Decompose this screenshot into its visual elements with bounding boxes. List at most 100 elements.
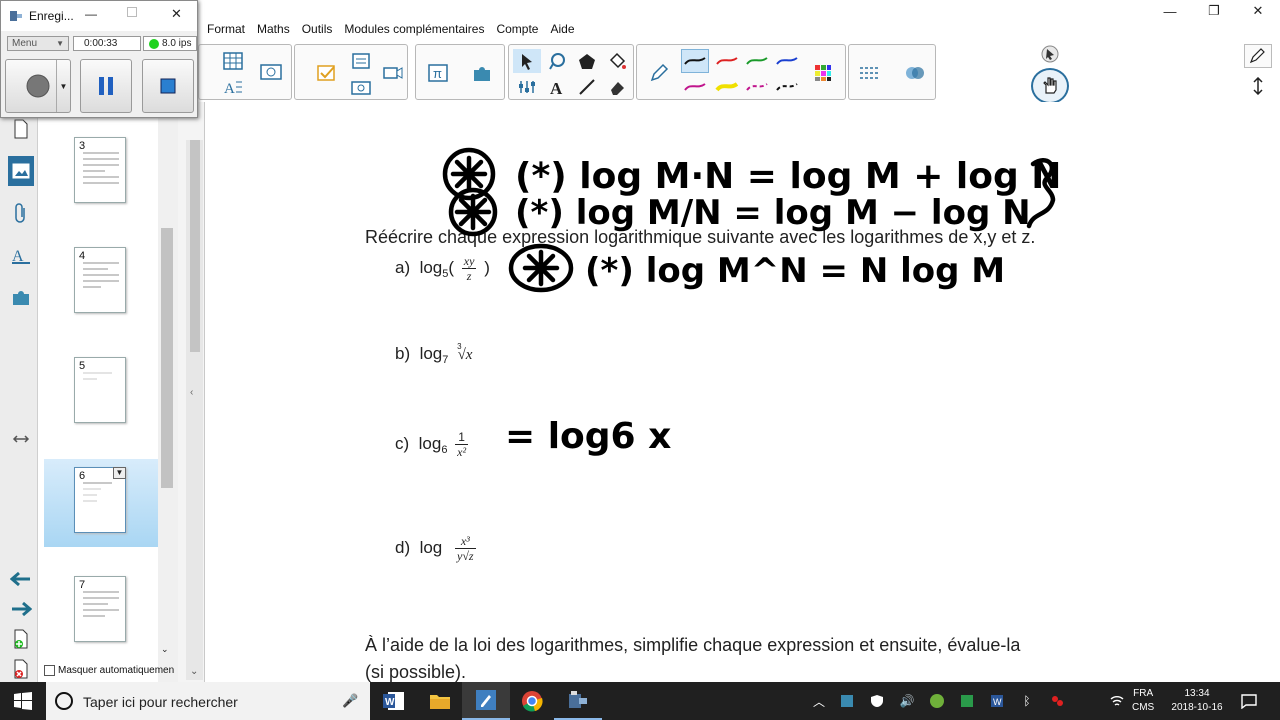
pen-black-icon[interactable] xyxy=(681,49,709,73)
screen-capture-icon[interactable] xyxy=(257,61,285,85)
gallery-tab-icon[interactable] xyxy=(8,156,34,186)
pen-red-icon[interactable] xyxy=(713,49,741,73)
properties-tab-icon[interactable]: A xyxy=(8,240,34,270)
tray-app-icon[interactable] xyxy=(838,692,856,710)
menu-aide[interactable]: Aide xyxy=(550,22,574,36)
toolbar-move-icon[interactable] xyxy=(1244,74,1272,98)
panel-splitter[interactable]: ‹ xyxy=(186,140,203,680)
menu-outils[interactable]: Outils xyxy=(302,22,333,36)
record-button[interactable]: ▼ xyxy=(5,59,71,113)
pen-magenta-icon[interactable] xyxy=(681,75,709,99)
start-button[interactable] xyxy=(0,682,46,720)
record-options-chevron-icon[interactable]: ▼ xyxy=(56,60,70,112)
addons-puzzle-icon[interactable] xyxy=(468,61,496,85)
tray-green-icon[interactable] xyxy=(958,692,976,710)
recorder-menu-dropdown[interactable]: Menu ▼ xyxy=(7,36,69,51)
word-app-icon[interactable]: W xyxy=(370,682,418,720)
system-clock[interactable]: 13:34 2018-10-16 xyxy=(1168,687,1226,715)
pen-icon[interactable] xyxy=(645,61,673,85)
wifi-icon[interactable] xyxy=(1108,692,1126,710)
line-style-icon[interactable] xyxy=(855,61,883,85)
cursor-settings-icon[interactable] xyxy=(1036,42,1064,66)
action-center-icon[interactable] xyxy=(1240,692,1258,710)
pen-dashed-black-icon[interactable] xyxy=(773,75,801,99)
chrome-app-icon[interactable] xyxy=(508,682,556,720)
scrollbar-thumb[interactable] xyxy=(161,228,173,488)
restore-button[interactable]: ❐ xyxy=(1192,0,1236,22)
menu-modules[interactable]: Modules complémentaires xyxy=(344,22,484,36)
page-thumbnail-selected[interactable]: 6 ▼ xyxy=(74,467,126,533)
pen-green-icon[interactable] xyxy=(743,49,771,73)
fill-bucket-icon[interactable] xyxy=(603,49,631,73)
pen-dashed-magenta-icon[interactable] xyxy=(743,75,771,99)
delete-page-icon[interactable] xyxy=(8,654,34,684)
menu-format[interactable]: Format xyxy=(207,22,245,36)
eraser-icon[interactable] xyxy=(603,75,631,99)
taskbar-search[interactable]: Taper ici pour rechercher 🎤 xyxy=(46,682,370,720)
rule-2-text: (*) log M/N = log M − log N xyxy=(515,193,1031,233)
network-alert-icon[interactable] xyxy=(1048,692,1066,710)
minimize-button[interactable]: — xyxy=(1148,0,1192,22)
page-sorter-tab-icon[interactable] xyxy=(8,114,34,144)
svg-text:W: W xyxy=(993,697,1002,707)
recorder-minimize-button[interactable]: — xyxy=(85,7,97,21)
checklist-icon[interactable] xyxy=(313,61,341,85)
pause-button[interactable] xyxy=(80,59,132,113)
page-thumbnail[interactable]: 7 xyxy=(74,576,126,642)
table-icon[interactable] xyxy=(219,49,247,73)
security-shield-icon[interactable] xyxy=(868,692,886,710)
recorder-app-icon[interactable] xyxy=(554,682,602,720)
show-hidden-icons-chevron-icon[interactable]: ︿ xyxy=(810,692,828,710)
menu-compte[interactable]: Compte xyxy=(496,22,538,36)
text-tool-icon[interactable]: A xyxy=(543,75,571,99)
previous-page-icon[interactable] xyxy=(8,564,34,594)
pen-properties-icon[interactable] xyxy=(1244,44,1272,68)
page-thumbnail[interactable]: 5 xyxy=(74,357,126,423)
smart-notebook-app-icon[interactable] xyxy=(462,682,510,720)
thumbnail-scrollbar[interactable]: ✕ ⌄ xyxy=(158,102,178,682)
windows-taskbar: Taper ici pour rechercher 🎤 W ︿ 🔊 W ᛒ FR… xyxy=(0,682,1280,720)
scroll-down-icon[interactable]: ⌄ xyxy=(161,644,169,655)
page-thumbnail[interactable]: 3 xyxy=(74,137,126,203)
auto-hide-option[interactable]: Masquer automatiquemen xyxy=(44,665,174,676)
line-tool-icon[interactable] xyxy=(573,75,601,99)
properties-icon[interactable] xyxy=(513,75,541,99)
microphone-icon[interactable]: 🎤 xyxy=(342,693,358,709)
bluetooth-icon[interactable]: ᛒ xyxy=(1018,692,1036,710)
measure-tool-icon[interactable] xyxy=(347,49,375,73)
select-arrow-icon[interactable] xyxy=(513,49,541,73)
math-tools-icon[interactable]: π xyxy=(424,61,452,85)
video-icon[interactable] xyxy=(379,61,407,85)
page-thumbnail[interactable]: 4 xyxy=(74,247,126,313)
sync-app-icon[interactable] xyxy=(928,692,946,710)
recorder-close-button[interactable]: ✕ xyxy=(171,6,182,22)
auto-hide-checkbox[interactable] xyxy=(44,665,55,676)
shape-icon[interactable] xyxy=(573,49,601,73)
splitter-grip[interactable] xyxy=(190,140,200,352)
volume-icon[interactable]: 🔊 xyxy=(898,692,916,710)
close-button[interactable]: ✕ xyxy=(1236,0,1280,22)
color-palette-icon[interactable] xyxy=(809,61,837,85)
attachments-tab-icon[interactable] xyxy=(8,198,34,228)
splitter-chevron-icon[interactable]: ‹ xyxy=(190,387,193,398)
file-explorer-icon[interactable] xyxy=(416,682,464,720)
addons-tab-icon[interactable] xyxy=(8,282,34,312)
transparency-icon[interactable] xyxy=(901,61,929,85)
handwriting-layer[interactable]: (*) log M·N = log M + log N (*) log M/N … xyxy=(205,102,1280,682)
collapse-sidebar-icon[interactable] xyxy=(8,424,34,454)
word-tray-icon[interactable]: W xyxy=(988,692,1006,710)
add-page-icon[interactable] xyxy=(8,624,34,654)
input-language[interactable]: FRA CMS xyxy=(1132,687,1154,715)
text-style-icon[interactable]: A xyxy=(219,75,247,99)
notebook-page[interactable]: Réécrire chaque expression logarithmique… xyxy=(205,102,1280,682)
thumbnail-menu-icon[interactable]: ▼ xyxy=(113,467,126,479)
sidebar-scroll-down-icon[interactable]: ⌄ xyxy=(190,666,198,677)
menu-maths[interactable]: Maths xyxy=(257,22,290,36)
camera-icon[interactable] xyxy=(347,75,375,99)
next-page-icon[interactable] xyxy=(8,594,34,624)
highlighter-yellow-icon[interactable] xyxy=(713,75,741,99)
touch-hand-icon[interactable] xyxy=(1031,68,1069,104)
pen-blue-icon[interactable] xyxy=(773,49,801,73)
stop-button[interactable] xyxy=(142,59,194,113)
lasso-icon[interactable] xyxy=(543,49,571,73)
